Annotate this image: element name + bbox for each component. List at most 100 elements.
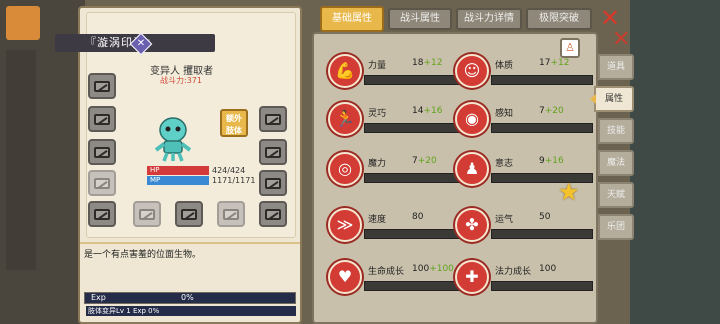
stat-bar xyxy=(364,229,466,239)
luck-icon: ✤ xyxy=(455,208,489,242)
equipment-slot[interactable] xyxy=(88,106,116,132)
stat-bar xyxy=(491,281,593,291)
stat-life-growth[interactable]: ♥ 生命成长 100+100 xyxy=(328,258,466,304)
combat-power: 战斗力:371 xyxy=(160,76,202,85)
stat-value: 18+12 xyxy=(412,58,442,68)
stat-bonus: +16 xyxy=(423,106,443,116)
tab-basic-attributes[interactable]: 基础属性 xyxy=(320,6,384,32)
stat-bar xyxy=(364,173,466,183)
close-icon-shadow: ✕ xyxy=(612,27,631,52)
stat-bonus: +16 xyxy=(544,156,564,166)
equipment-slot-locked[interactable] xyxy=(133,201,161,227)
stat-label: 力量 xyxy=(368,61,387,71)
tab-combat-power-details[interactable]: 战斗力详情 xyxy=(456,8,522,30)
stat-bonus: +12 xyxy=(423,58,443,68)
equipment-slot[interactable] xyxy=(88,139,116,165)
stat-perception[interactable]: ◉ 感知 7+20 xyxy=(455,100,593,146)
stat-value: 14+16 xyxy=(412,106,442,116)
side-tab-skills[interactable]: 技能 xyxy=(598,118,634,144)
empty-slot-icon xyxy=(265,208,281,220)
stat-base: 17 xyxy=(539,58,551,68)
stat-value: 7+20 xyxy=(539,106,564,116)
hp-bar: HP xyxy=(147,166,209,175)
stat-bonus: +20 xyxy=(544,106,564,116)
equipment-slot[interactable] xyxy=(259,106,287,132)
mana-growth-icon: ✚ xyxy=(455,260,489,294)
star-icon[interactable]: ★ xyxy=(558,180,582,205)
stat-value: 80 xyxy=(412,212,423,222)
equipment-slot[interactable] xyxy=(175,201,203,227)
side-tab-talent[interactable]: 天赋 xyxy=(598,182,634,208)
stat-label: 法力成长 xyxy=(495,267,532,277)
locked-slot-icon xyxy=(139,208,155,220)
side-tab-band[interactable]: 乐团 xyxy=(598,214,634,240)
stat-bar xyxy=(364,75,466,85)
empty-slot-icon xyxy=(181,208,197,220)
stat-value: 9+16 xyxy=(539,156,564,166)
equipment-slot[interactable] xyxy=(259,170,287,196)
strength-icon: 💪 xyxy=(328,54,362,88)
empty-slot-icon xyxy=(265,146,281,158)
magic-icon: ◎ xyxy=(328,152,362,186)
stat-agility[interactable]: 🏃 灵巧 14+16 xyxy=(328,100,466,146)
equipment-slot-locked[interactable] xyxy=(88,170,116,196)
equipment-slot[interactable] xyxy=(88,201,116,227)
corner-decoration xyxy=(6,6,40,40)
stat-luck[interactable]: ✤ 运气 50 xyxy=(455,206,593,252)
side-tab-attributes[interactable]: 属性 xyxy=(594,86,634,112)
stat-base: 18 xyxy=(412,58,424,68)
stat-bonus: +12 xyxy=(550,58,570,68)
empty-slot-icon xyxy=(94,146,110,158)
stat-mana-growth[interactable]: ✚ 法力成长 100 xyxy=(455,258,593,304)
left-decoration xyxy=(6,50,36,270)
stat-base: 50 xyxy=(539,212,551,222)
side-tab-magic[interactable]: 魔法 xyxy=(598,150,634,176)
equipment-slot[interactable] xyxy=(88,73,116,99)
equipment-slot-locked[interactable] xyxy=(217,201,245,227)
stat-bar xyxy=(491,75,593,85)
exp-bar: Exp 0% xyxy=(84,292,296,304)
stat-value: 100+100 xyxy=(412,264,454,274)
character-sprite xyxy=(154,117,192,162)
limb-level-text: 肢体变异Lv 1 Exp 0% xyxy=(86,306,296,316)
stat-label: 体质 xyxy=(495,61,514,71)
stat-strength[interactable]: 💪 力量 18+12 xyxy=(328,52,466,98)
stat-value: 100 xyxy=(539,264,556,274)
mp-value: 1171/1171 xyxy=(212,176,256,185)
stat-bonus: +20 xyxy=(417,156,437,166)
stat-base: 100 xyxy=(412,264,430,274)
tab-combat-attributes[interactable]: 战斗属性 xyxy=(388,8,452,30)
equipment-slot[interactable] xyxy=(259,201,287,227)
stat-bar xyxy=(364,281,466,291)
stat-base: 80 xyxy=(412,212,424,222)
stat-label: 魔力 xyxy=(368,159,387,169)
stat-bar xyxy=(364,123,466,133)
constitution-icon: ☺ xyxy=(455,54,489,88)
tab-limit-break[interactable]: 极限突破 xyxy=(526,8,592,30)
stat-constitution[interactable]: ☺ 体质 17+12 xyxy=(455,52,593,98)
exp-label: Exp xyxy=(91,293,106,302)
speed-icon: ≫ xyxy=(328,208,362,242)
stat-bar xyxy=(491,123,593,133)
locked-slot-icon xyxy=(223,208,239,220)
stat-value: 7+20 xyxy=(412,156,437,166)
stat-base: 14 xyxy=(412,106,424,116)
stat-value: 50 xyxy=(539,212,550,222)
stat-bar xyxy=(491,229,593,239)
stat-value: 17+12 xyxy=(539,58,569,68)
stat-label: 灵巧 xyxy=(368,109,387,119)
stat-base: 100 xyxy=(539,264,557,274)
tab-bar: 基础属性 战斗属性 战斗力详情 极限突破 xyxy=(318,6,604,32)
exp-value: 0% xyxy=(181,293,194,302)
hp-value: 424/424 xyxy=(212,166,246,175)
stat-label: 运气 xyxy=(495,215,514,225)
agility-icon: 🏃 xyxy=(328,102,362,136)
character-description: 是一个有点害羞的位面生物。 xyxy=(80,242,300,290)
equipment-slot[interactable] xyxy=(259,139,287,165)
active-tab-arrow-icon xyxy=(590,94,596,104)
stat-speed[interactable]: ≫ 速度 80 xyxy=(328,206,466,252)
side-tab-items[interactable]: 道具 xyxy=(598,54,634,80)
extra-limb-button[interactable]: 额外 肢体 xyxy=(220,109,248,137)
stat-magic[interactable]: ◎ 魔力 7+20 xyxy=(328,150,466,196)
stat-label: 速度 xyxy=(368,215,387,225)
